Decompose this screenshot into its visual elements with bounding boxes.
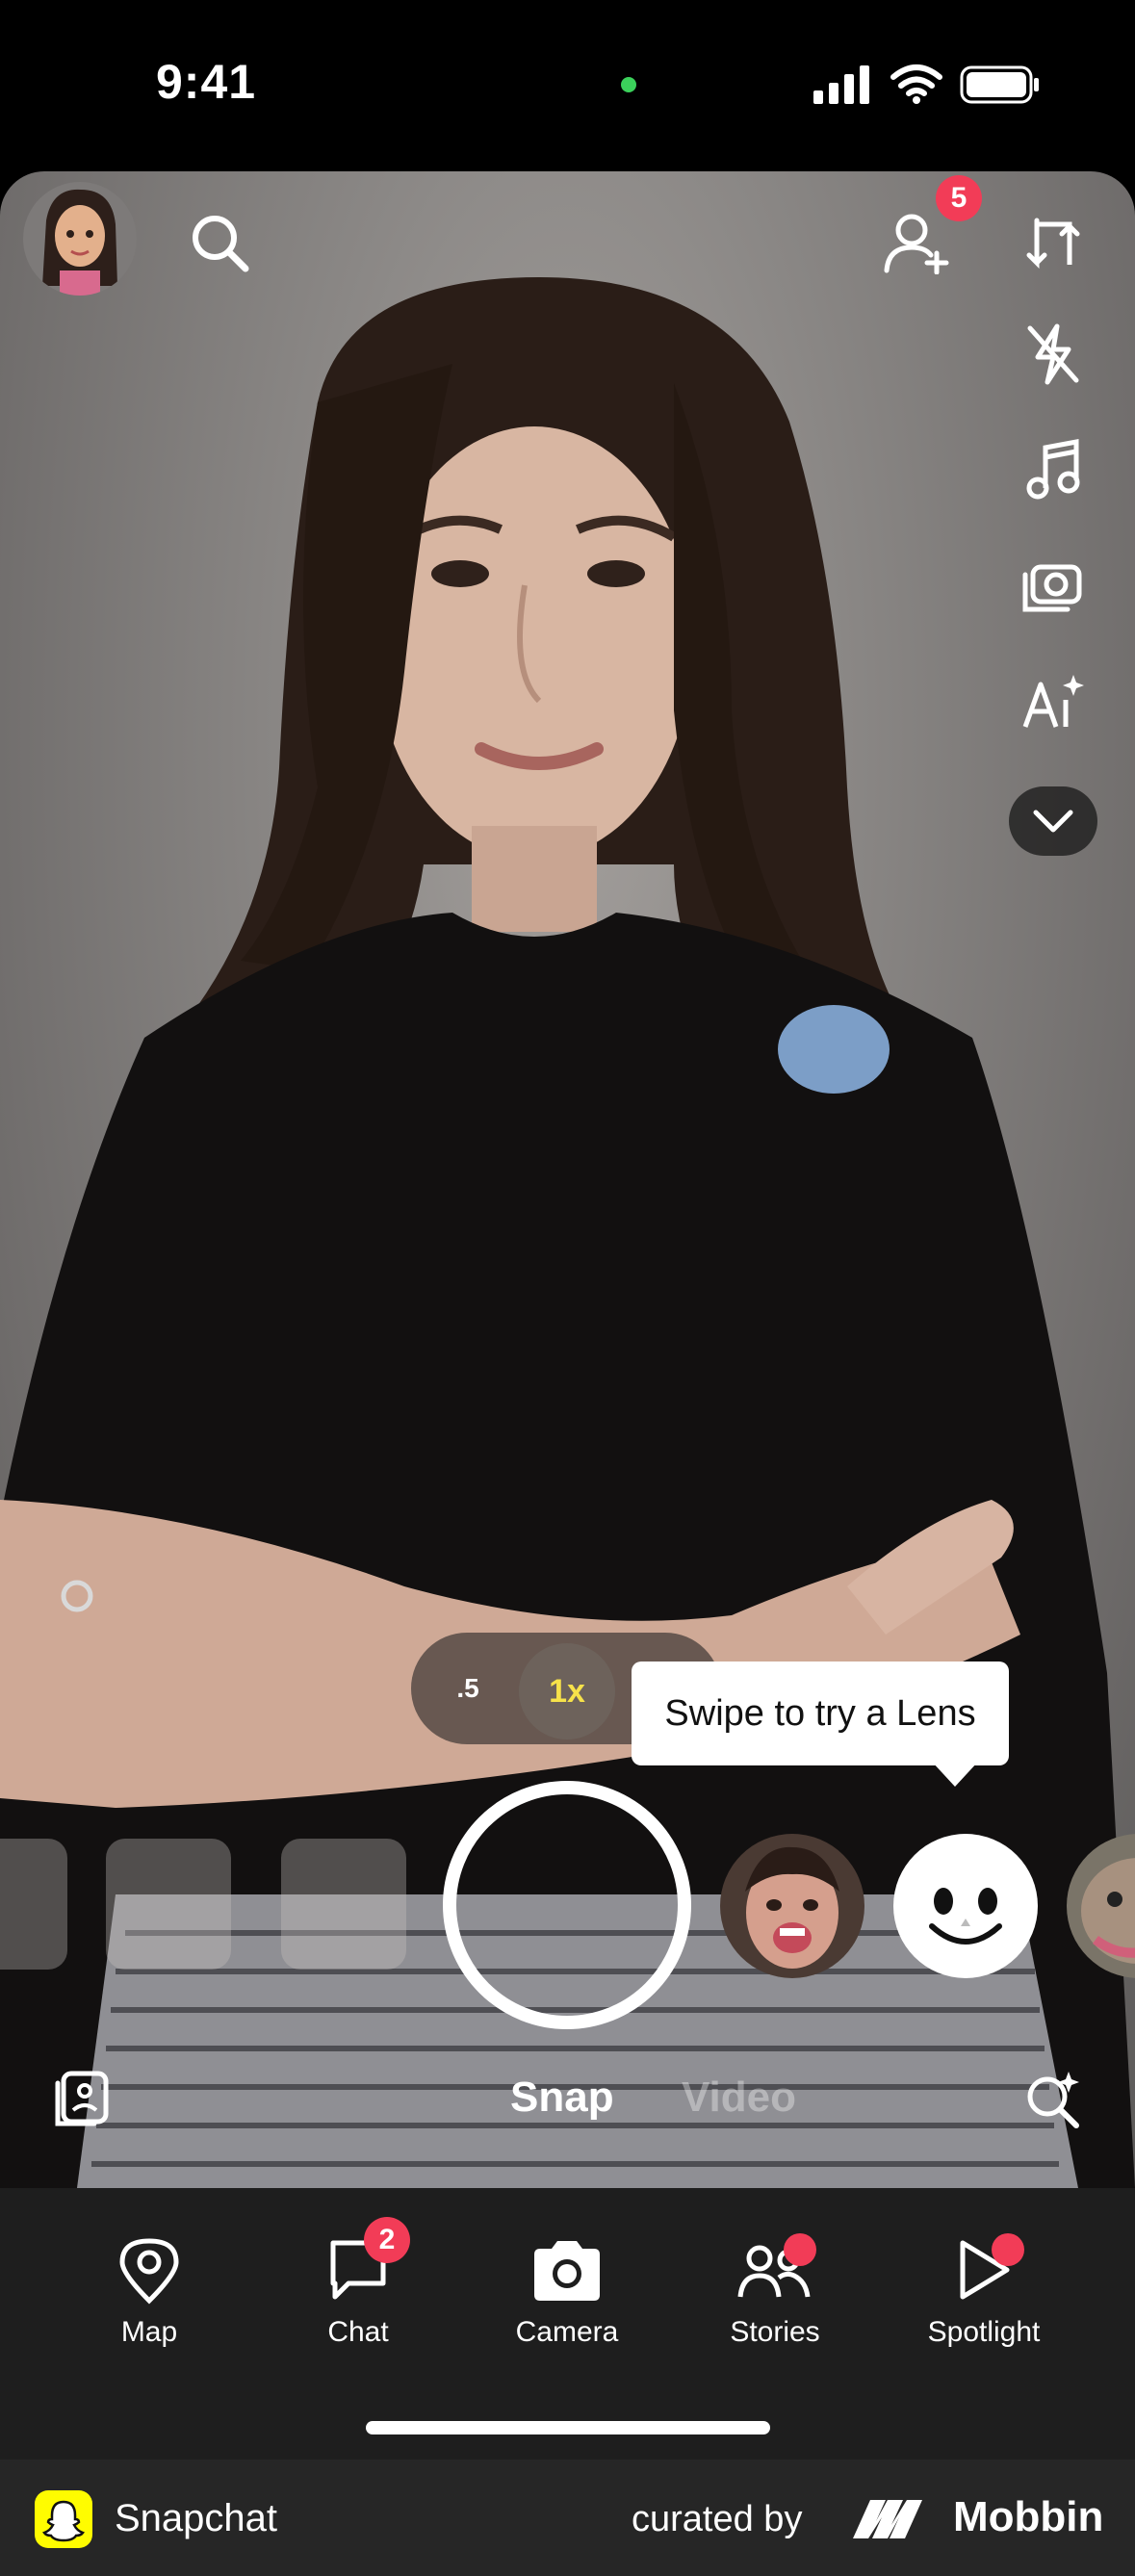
nav-map[interactable]: Map (63, 2235, 236, 2349)
nav-spotlight-label: Spotlight (927, 2316, 1041, 2348)
status-time: 9:41 (156, 55, 257, 109)
footer-brand: Mobbin (953, 2493, 1104, 2540)
bitmoji-icon (42, 189, 117, 296)
nav-spotlight[interactable]: Spotlight (897, 2235, 1071, 2349)
chat-unread-badge: 2 (364, 2217, 410, 2263)
profile-avatar[interactable] (23, 182, 137, 296)
camera-timer-icon[interactable] (1017, 549, 1090, 622)
chevron-down-icon (1033, 810, 1073, 833)
nav-map-label: Map (120, 2316, 178, 2348)
map-pin-icon (119, 2238, 179, 2305)
camera-viewfinder[interactable]: 5 .5 1x Swipe to try a Lens Snap Video (0, 171, 1135, 2188)
nav-camera[interactable]: Camera (480, 2235, 654, 2349)
music-icon[interactable] (1017, 433, 1090, 506)
camera-in-use-indicator (621, 77, 636, 92)
lens-face-thumbnail[interactable] (720, 1834, 864, 1978)
nav-chat-label: Chat (327, 2316, 389, 2348)
mobbin-footer: Snapchat curated by Mobbin (0, 2460, 1135, 2576)
flip-camera-icon[interactable] (1017, 208, 1090, 281)
lens-slot[interactable] (0, 1839, 67, 1970)
status-bar: 9:41 (0, 0, 1135, 171)
lens-tooltip: Swipe to try a Lens (632, 1662, 1009, 1765)
camera-icon (534, 2241, 600, 2301)
ai-icon[interactable] (1017, 666, 1090, 739)
lens-face-icon (720, 1834, 864, 1978)
stories-new-dot (784, 2233, 816, 2266)
zoom-1x-button[interactable]: 1x (519, 1643, 615, 1739)
more-tools-button[interactable] (1009, 786, 1097, 856)
footer-curated-by: curated by (632, 2499, 803, 2539)
lens-smiley-thumbnail[interactable] (893, 1834, 1038, 1978)
friend-requests-badge: 5 (936, 175, 982, 221)
bottom-nav: Map Chat 2 Camera Stories Spotlight (0, 2188, 1135, 2460)
signal-icon (813, 65, 869, 104)
smiley-face-icon (929, 1888, 1002, 1945)
zoom-half-button[interactable]: .5 (441, 1658, 495, 1719)
spotlight-new-dot (992, 2233, 1024, 2266)
battery-icon (960, 65, 1039, 104)
mode-snap[interactable]: Snap (510, 2074, 614, 2122)
snapchat-logo-icon (35, 2490, 92, 2548)
lens-tooltip-tail (932, 1762, 978, 1787)
lens-slot[interactable] (106, 1839, 231, 1970)
lens-explore-icon[interactable] (1019, 2064, 1088, 2133)
flash-off-icon[interactable] (1017, 318, 1090, 391)
memories-icon[interactable] (46, 2064, 116, 2133)
home-indicator[interactable] (366, 2421, 770, 2434)
nav-camera-label: Camera (515, 2316, 619, 2348)
mobbin-logo-icon (853, 2500, 922, 2538)
shutter-button[interactable] (443, 1781, 691, 2029)
add-friend-icon[interactable] (878, 210, 955, 277)
mode-video[interactable]: Video (682, 2074, 796, 2122)
search-icon[interactable] (183, 206, 256, 279)
nav-stories-label: Stories (730, 2316, 820, 2348)
footer-app-name: Snapchat (115, 2497, 278, 2539)
nav-stories[interactable]: Stories (688, 2235, 862, 2349)
nav-chat[interactable]: Chat (271, 2235, 445, 2349)
wifi-icon (890, 64, 942, 104)
lens-slot[interactable] (281, 1839, 406, 1970)
